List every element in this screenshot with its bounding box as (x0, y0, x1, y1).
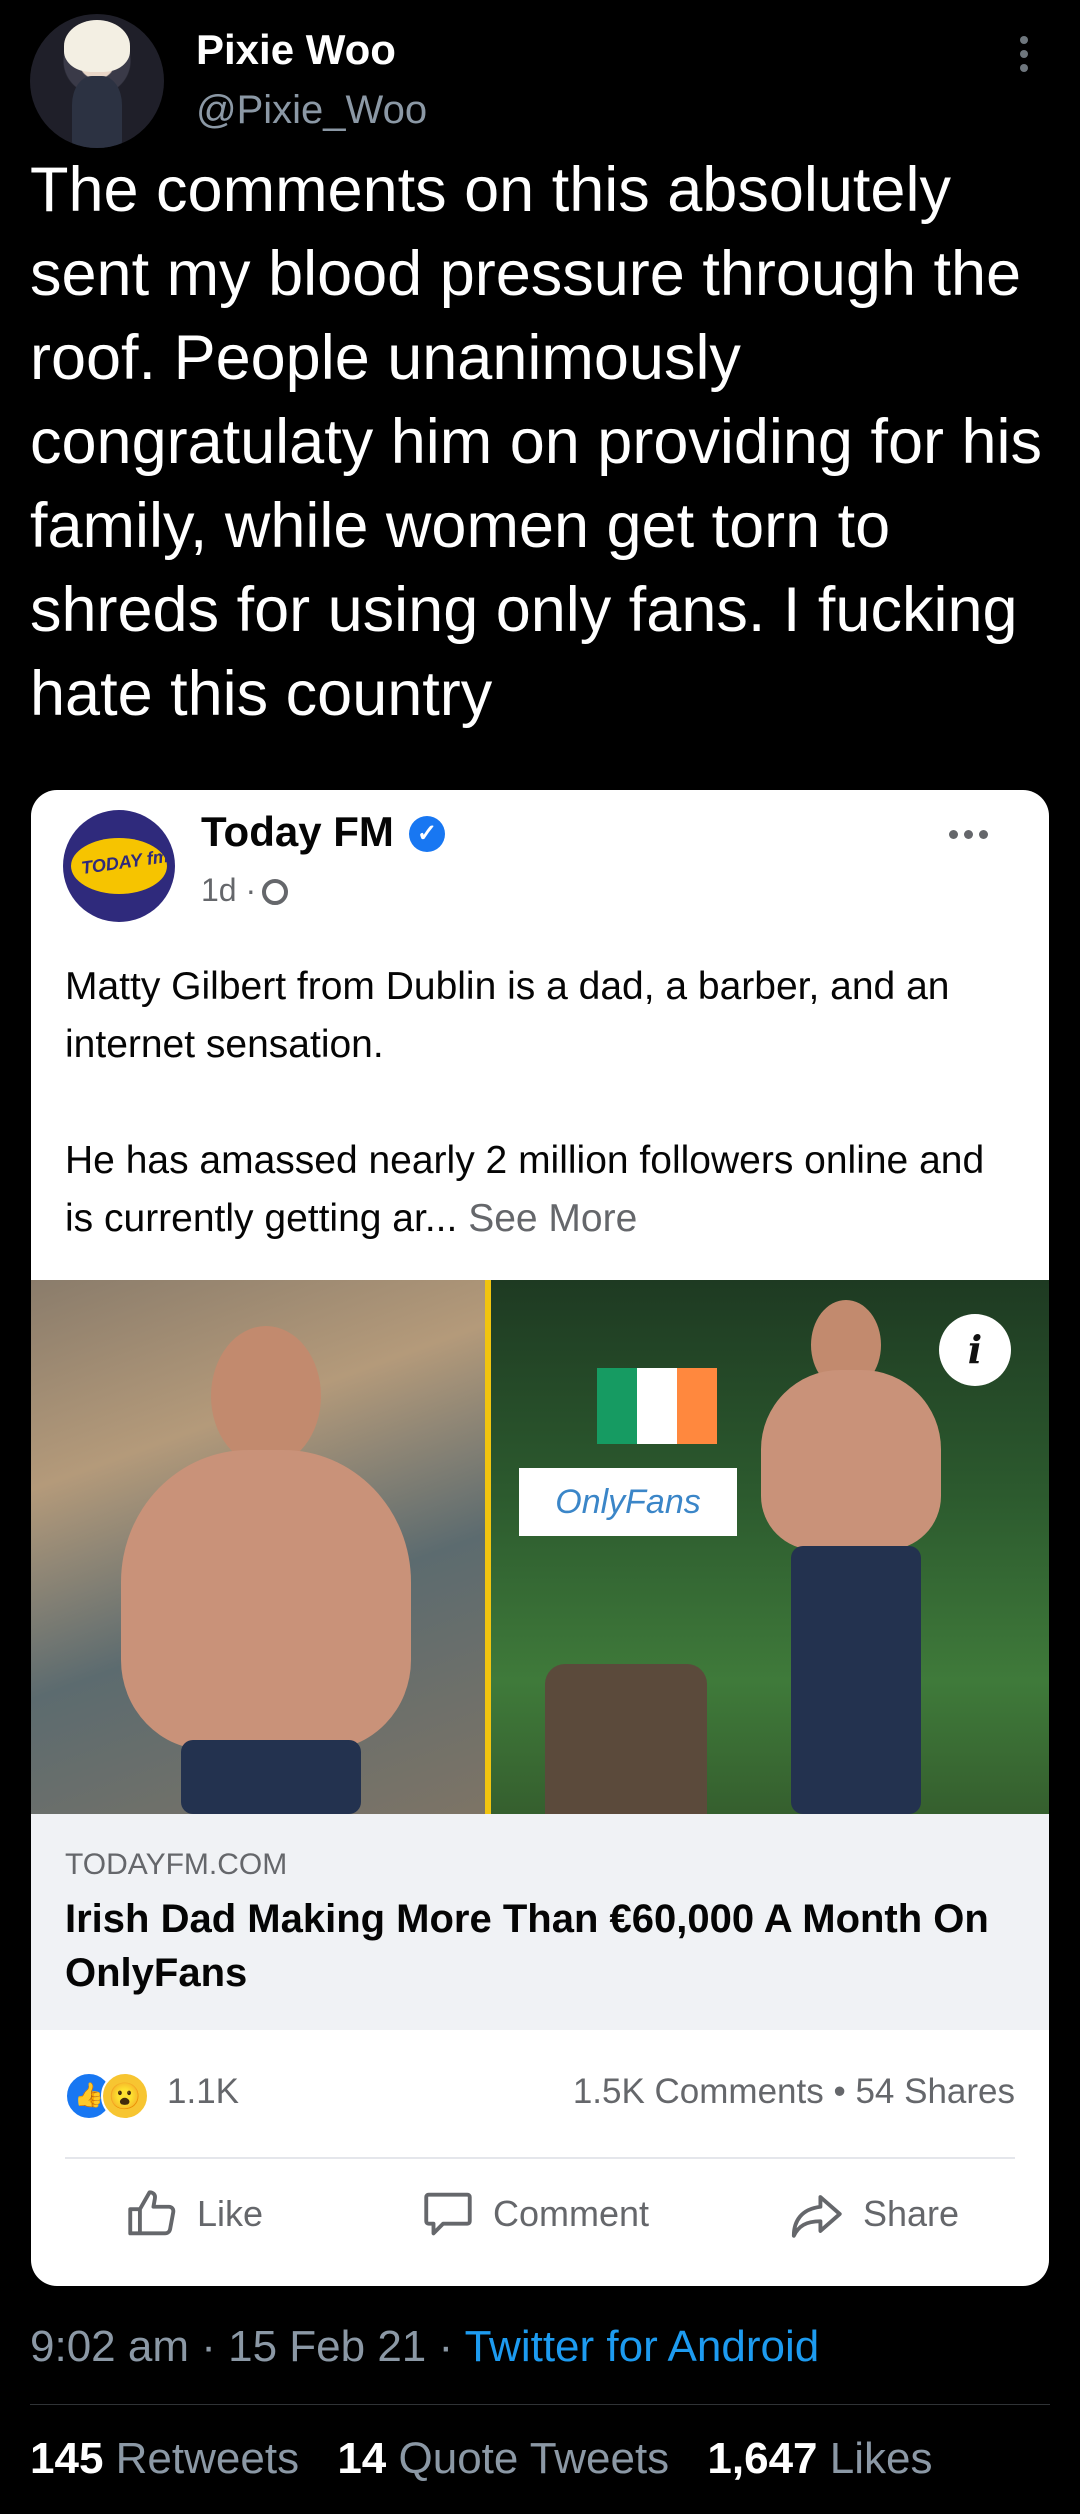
display-name[interactable]: Pixie Woo (196, 26, 396, 74)
avatar[interactable] (30, 14, 164, 148)
wow-reaction-icon: 😮 (101, 2072, 149, 2120)
onlyfans-badge: OnlyFans (519, 1468, 737, 1536)
post-age: 1d · (201, 872, 257, 908)
link-preview: TODAYFM.COM Irish Dad Making More Than €… (31, 1814, 1049, 2030)
irish-flag (597, 1368, 717, 1444)
post-body-line-1: Matty Gilbert from Dublin is a dad, a ba… (65, 965, 950, 1066)
comment-action: Comment (419, 2184, 649, 2244)
page-logo: TODAY fm (63, 810, 175, 922)
post-body-line-2: He has amassed nearly 2 million follower… (65, 1139, 985, 1240)
tweet-date: 15 Feb 21 (228, 2322, 427, 2371)
comment-bubble-icon (424, 2192, 472, 2236)
more-horizontal-icon (949, 826, 994, 844)
share-arrow-icon (791, 2195, 842, 2238)
likes-stat[interactable]: 1,647 Likes (707, 2434, 932, 2483)
tweet-text: The comments on this absolutely sent my … (30, 155, 1043, 729)
see-more-link: See More (468, 1197, 638, 1240)
globe-icon (262, 879, 289, 905)
tweet-source-link[interactable]: Twitter for Android (465, 2322, 820, 2371)
info-icon: i (939, 1314, 1011, 1386)
photo-left-panel (31, 1280, 485, 1814)
reaction-count: 1.1K (167, 2072, 239, 2111)
like-action: Like (123, 2184, 263, 2244)
share-label: Share (863, 2193, 960, 2234)
post-body: Matty Gilbert from Dublin is a dad, a ba… (65, 958, 1015, 1248)
share-action: Share (789, 2184, 959, 2244)
divider-line (65, 2157, 1015, 2159)
retweets-stat[interactable]: 145 Retweets (30, 2434, 299, 2483)
quote-tweets-stat[interactable]: 14 Quote Tweets (337, 2434, 669, 2483)
link-domain: TODAYFM.COM (65, 1848, 288, 1881)
page-name: Today FM (201, 808, 394, 855)
tweet-time: 9:02 am (30, 2322, 189, 2371)
post-photo: OnlyFans i (31, 1280, 1049, 1814)
verified-icon: ✓ (409, 816, 445, 852)
comments-shares-count: 1.5K Comments • 54 Shares (572, 2072, 1015, 2111)
comment-label: Comment (493, 2193, 650, 2234)
post-meta: 1d · (201, 872, 289, 909)
like-label: Like (197, 2193, 264, 2234)
divider-line (30, 2404, 1050, 2405)
tweet-timestamp: 9:02 am · 15 Feb 21 · Twitter for Androi… (30, 2322, 820, 2371)
more-vertical-icon[interactable] (1020, 36, 1030, 78)
tweet-stats: 145 Retweets 14 Quote Tweets 1,647 Likes (30, 2434, 932, 2484)
user-handle[interactable]: @Pixie_Woo (196, 88, 427, 133)
thumbs-up-icon (128, 2190, 176, 2236)
embedded-post-image[interactable]: TODAY fm Today FM ✓ 1d · Matty Gilbert f… (31, 790, 1049, 2286)
link-title: Irish Dad Making More Than €60,000 A Mon… (65, 1897, 989, 1995)
